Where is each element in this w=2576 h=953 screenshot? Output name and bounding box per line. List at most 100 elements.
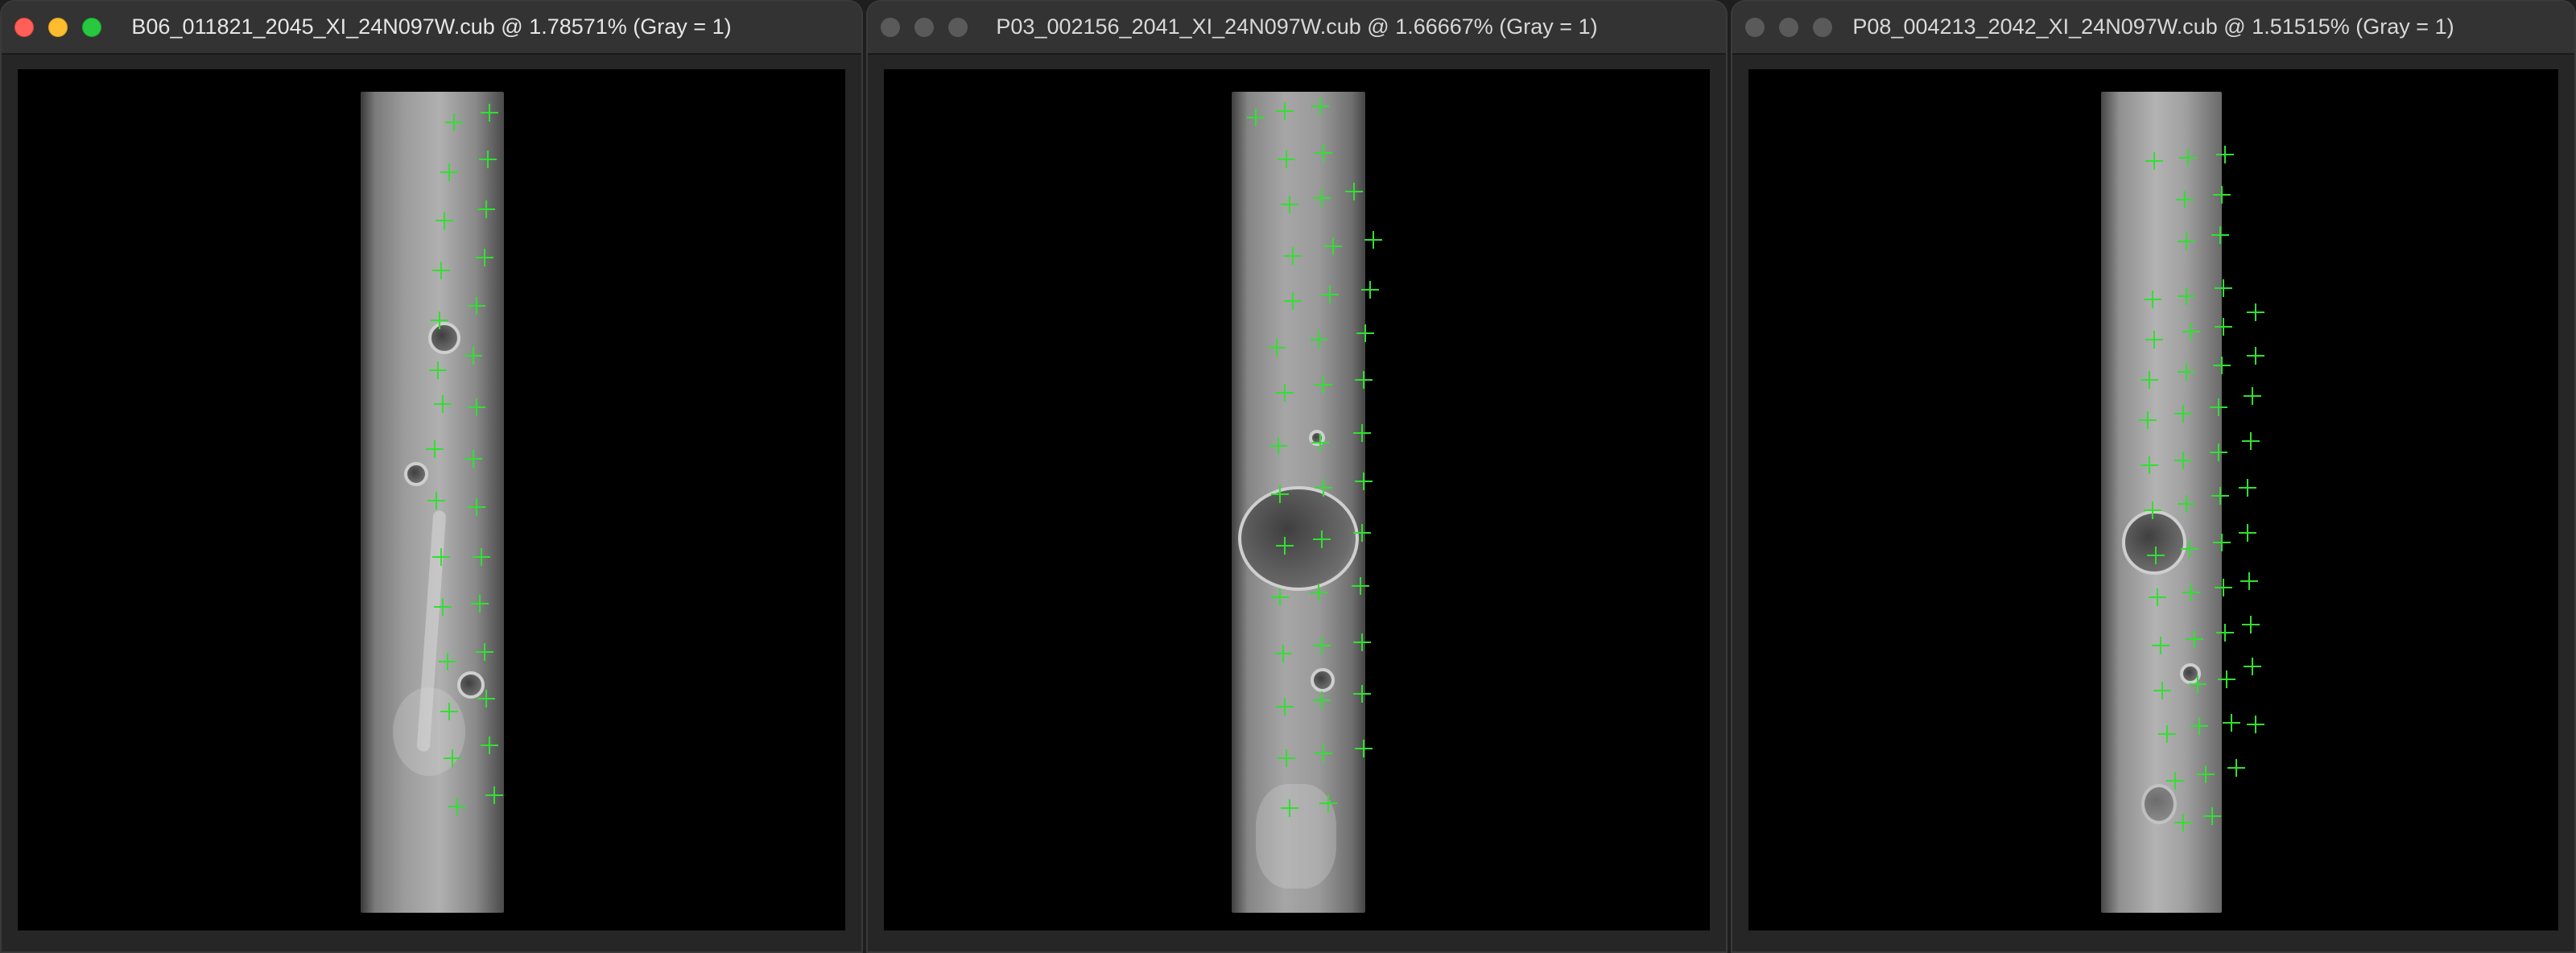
control-point-cross-icon[interactable] (2190, 717, 2208, 735)
control-point-cross-icon[interactable] (1276, 102, 1294, 120)
control-point-cross-icon[interactable] (1247, 109, 1265, 126)
control-point-cross-icon[interactable] (444, 749, 461, 767)
control-point-cross-icon[interactable] (1324, 237, 1342, 255)
control-point-cross-icon[interactable] (464, 450, 482, 468)
control-point-cross-icon[interactable] (1276, 698, 1294, 716)
control-point-cross-icon[interactable] (468, 398, 485, 416)
image-window-2[interactable]: P03_002156_2041_XI_24N097W.cub @ 1.66667… (866, 0, 1728, 953)
control-point-cross-icon[interactable] (1353, 633, 1371, 651)
control-point-cross-icon[interactable] (1281, 196, 1298, 213)
control-point-cross-icon[interactable] (1321, 286, 1339, 303)
control-point-cross-icon[interactable] (1313, 637, 1331, 654)
control-point-cross-icon[interactable] (1281, 799, 1298, 817)
control-point-cross-icon[interactable] (1313, 530, 1331, 548)
control-point-cross-icon[interactable] (1271, 588, 1289, 606)
control-point-cross-icon[interactable] (2215, 318, 2232, 336)
control-point-cross-icon[interactable] (2152, 637, 2169, 654)
control-point-cross-icon[interactable] (2242, 616, 2260, 633)
control-point-cross-icon[interactable] (434, 598, 452, 616)
control-point-cross-icon[interactable] (468, 297, 485, 315)
control-point-cross-icon[interactable] (2189, 675, 2207, 693)
control-point-cross-icon[interactable] (1353, 524, 1371, 542)
control-point-cross-icon[interactable] (2149, 588, 2166, 606)
control-point-cross-icon[interactable] (439, 653, 456, 670)
image-strip[interactable] (2101, 92, 2222, 913)
control-point-cross-icon[interactable] (2210, 443, 2227, 461)
control-point-cross-icon[interactable] (2147, 547, 2165, 564)
control-point-cross-icon[interactable] (427, 492, 445, 510)
control-point-cross-icon[interactable] (2215, 579, 2232, 596)
control-point-cross-icon[interactable] (2197, 765, 2215, 783)
control-point-cross-icon[interactable] (2178, 495, 2195, 513)
control-point-cross-icon[interactable] (1271, 485, 1289, 503)
control-point-cross-icon[interactable] (2213, 186, 2231, 204)
control-point-cross-icon[interactable] (1315, 376, 1332, 394)
control-point-cross-icon[interactable] (1278, 749, 1295, 767)
control-point-cross-icon[interactable] (1355, 472, 1373, 490)
control-point-cross-icon[interactable] (2216, 624, 2234, 642)
control-point-cross-icon[interactable] (2216, 146, 2234, 163)
control-point-cross-icon[interactable] (2247, 303, 2264, 321)
control-point-cross-icon[interactable] (2174, 452, 2192, 469)
control-point-cross-icon[interactable] (2239, 479, 2256, 497)
control-point-cross-icon[interactable] (2247, 716, 2264, 733)
control-point-cross-icon[interactable] (2179, 149, 2197, 167)
control-point-cross-icon[interactable] (1315, 745, 1332, 762)
control-point-cross-icon[interactable] (1278, 151, 1295, 168)
control-point-cross-icon[interactable] (2182, 584, 2200, 601)
control-point-cross-icon[interactable] (1355, 371, 1373, 389)
control-point-cross-icon[interactable] (473, 548, 490, 566)
control-point-cross-icon[interactable] (2145, 331, 2163, 349)
control-point-cross-icon[interactable] (2166, 772, 2184, 790)
control-point-cross-icon[interactable] (2242, 432, 2260, 450)
control-point-cross-icon[interactable] (2186, 630, 2203, 648)
control-point-cross-icon[interactable] (2158, 725, 2176, 743)
control-point-cross-icon[interactable] (431, 311, 448, 329)
control-point-cross-icon[interactable] (434, 395, 452, 413)
control-point-cross-icon[interactable] (1352, 577, 1369, 595)
control-point-cross-icon[interactable] (2144, 501, 2161, 519)
control-point-cross-icon[interactable] (2213, 534, 2231, 551)
control-point-cross-icon[interactable] (468, 498, 485, 516)
control-point-cross-icon[interactable] (2144, 291, 2161, 308)
control-point-cross-icon[interactable] (1284, 247, 1302, 265)
control-point-cross-icon[interactable] (440, 703, 458, 720)
control-point-cross-icon[interactable] (479, 151, 497, 168)
control-point-cross-icon[interactable] (471, 595, 489, 613)
control-point-cross-icon[interactable] (1315, 479, 1332, 497)
control-point-cross-icon[interactable] (1356, 324, 1374, 342)
control-point-cross-icon[interactable] (440, 163, 458, 181)
control-point-cross-icon[interactable] (1276, 537, 1294, 555)
control-point-cross-icon[interactable] (2239, 524, 2256, 542)
image-viewport[interactable] (1748, 69, 2558, 930)
control-point-cross-icon[interactable] (2211, 487, 2229, 505)
title-bar[interactable]: B06_011821_2045_XI_24N097W.cub @ 1.78571… (2, 2, 861, 55)
control-point-cross-icon[interactable] (1353, 424, 1371, 442)
control-point-cross-icon[interactable] (485, 786, 503, 804)
control-point-cross-icon[interactable] (432, 262, 450, 279)
control-point-cross-icon[interactable] (1310, 584, 1327, 601)
control-point-cross-icon[interactable] (2244, 658, 2261, 675)
control-point-cross-icon[interactable] (1268, 339, 1286, 357)
control-point-cross-icon[interactable] (1361, 281, 1379, 299)
control-point-cross-icon[interactable] (2145, 152, 2163, 170)
control-point-cross-icon[interactable] (1284, 292, 1302, 310)
control-point-cross-icon[interactable] (1276, 384, 1294, 402)
control-point-cross-icon[interactable] (1353, 685, 1371, 703)
control-point-cross-icon[interactable] (2244, 387, 2261, 405)
control-point-cross-icon[interactable] (477, 200, 495, 218)
image-window-1[interactable]: B06_011821_2045_XI_24N097W.cub @ 1.78571… (0, 0, 863, 953)
control-point-cross-icon[interactable] (2140, 371, 2158, 389)
control-point-cross-icon[interactable] (1311, 97, 1329, 115)
control-point-cross-icon[interactable] (1319, 794, 1337, 812)
control-point-cross-icon[interactable] (2181, 540, 2198, 558)
control-point-cross-icon[interactable] (481, 104, 498, 122)
control-point-cross-icon[interactable] (2178, 233, 2195, 250)
control-point-cross-icon[interactable] (477, 690, 495, 708)
control-point-cross-icon[interactable] (448, 798, 466, 815)
control-point-cross-icon[interactable] (2210, 398, 2227, 416)
control-point-cross-icon[interactable] (476, 249, 493, 266)
control-point-cross-icon[interactable] (429, 361, 447, 379)
control-point-cross-icon[interactable] (2178, 287, 2195, 305)
control-point-cross-icon[interactable] (2215, 279, 2232, 297)
